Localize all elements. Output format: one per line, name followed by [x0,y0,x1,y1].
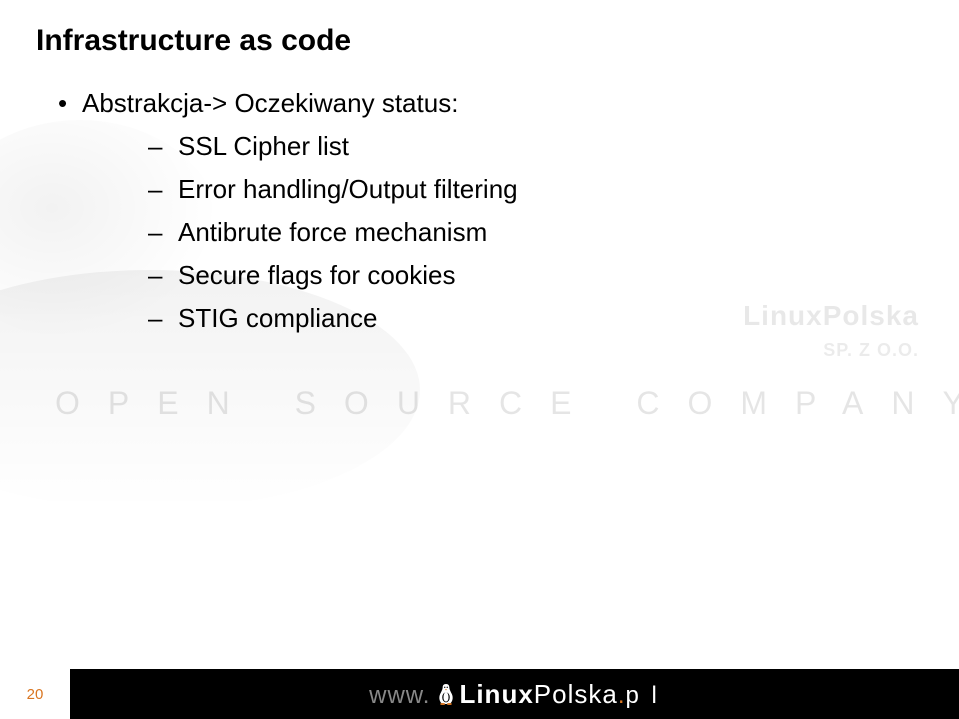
list-item: Error handling/Output filtering [148,172,923,207]
footer-bar: www. Linux Polska . p l [70,669,959,719]
watermark-tagline: OPEN SOURCE COMPANY [55,385,919,422]
slide-title: Infrastructure as code [36,24,923,58]
sub-bullet-list: SSL Cipher list Error handling/Output fi… [82,129,923,336]
list-item: Antibrute force mechanism [148,215,923,250]
footer-url: www. Linux Polska . p l [369,679,660,710]
slide-content: Infrastructure as code Abstrakcja-> Ocze… [0,0,959,336]
list-item: SSL Cipher list [148,129,923,164]
url-tld: p l [626,682,660,710]
slide-footer: 20 www. Linux Polska . p l [0,669,959,719]
page-number: 20 [0,669,70,719]
main-bullet-list: Abstrakcja-> Oczekiwany status: SSL Ciph… [36,88,923,336]
penguin-icon [436,682,456,710]
list-item: STIG compliance [148,301,923,336]
url-separator: . [618,682,626,710]
list-item-label: Abstrakcja-> Oczekiwany status: [82,88,458,118]
url-linux: Linux [459,679,533,710]
url-polska: Polska [534,679,618,710]
watermark-company-suffix: SP. Z O.O. [823,340,919,361]
list-item: Secure flags for cookies [148,258,923,293]
url-www: www. [369,682,430,710]
list-item: Abstrakcja-> Oczekiwany status: SSL Ciph… [58,88,923,336]
